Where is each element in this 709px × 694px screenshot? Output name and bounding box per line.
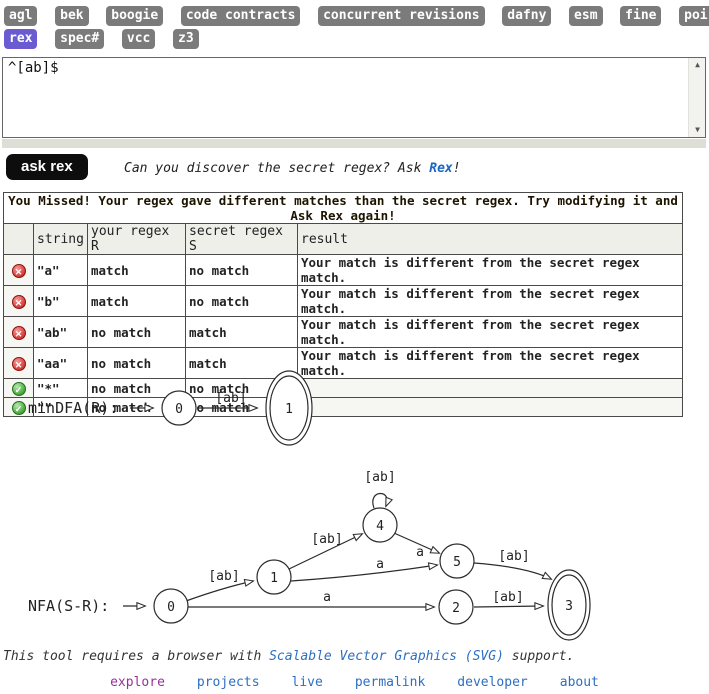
column-header-status <box>4 224 34 255</box>
nfa-edge-1-5-label: a <box>376 557 384 572</box>
ask-rex-button[interactable]: ask rex <box>6 154 88 180</box>
vertical-scrollbar[interactable]: ▲ ▼ <box>688 58 705 137</box>
column-header-your-regex: your regex R <box>88 224 186 255</box>
regex-input[interactable]: ^[ab]$ <box>2 57 706 138</box>
nfa-edge-4-5-label: a <box>416 545 424 560</box>
nfa-edge-0-2-label: a <box>323 590 331 605</box>
notice-suffix: support. <box>504 649 574 664</box>
horizontal-scrollbar[interactable] <box>2 139 706 148</box>
table-row: ✕ "ab" no match match Your match is diff… <box>4 317 683 348</box>
cell-result: Your match is different from the secret … <box>298 286 683 317</box>
cell-your-regex: match <box>88 255 186 286</box>
tab-code-contracts[interactable]: code contracts <box>181 6 301 26</box>
regex-editor-container: ^[ab]$ ▲ ▼ <box>2 57 706 148</box>
nfa-edge-2-3 <box>474 606 543 607</box>
mindfa-label: minDFA(R): <box>28 399 118 417</box>
tab-boogie[interactable]: boogie <box>106 6 163 26</box>
tab-spec-sharp[interactable]: spec# <box>55 29 104 49</box>
tool-tabs-row2: rex spec# vcc z3 <box>4 27 207 49</box>
rex-link[interactable]: Rex <box>429 161 452 176</box>
footer-link-developer[interactable]: developer <box>457 675 527 690</box>
nfa-edge-2-3-label: [ab] <box>492 590 523 605</box>
nfa-edge-0-1 <box>186 581 253 601</box>
cell-secret-regex: match <box>186 317 298 348</box>
cell-string: "ab" <box>34 317 88 348</box>
nfa-state-0-label: 0 <box>167 600 175 615</box>
column-header-secret-regex: secret regex S <box>186 224 298 255</box>
column-header-string: string <box>34 224 88 255</box>
cell-string: "a" <box>34 255 88 286</box>
cell-result: Your match is different from the secret … <box>298 317 683 348</box>
footer-link-explore[interactable]: explore <box>110 675 165 690</box>
prompt-suffix: ! <box>453 161 461 176</box>
scroll-up-icon[interactable]: ▲ <box>689 60 706 70</box>
error-icon: ✕ <box>12 295 26 309</box>
you-missed-banner: You Missed! Your regex gave different ma… <box>4 193 683 224</box>
tab-vcc[interactable]: vcc <box>122 29 155 49</box>
error-icon: ✕ <box>12 326 26 340</box>
footer-link-projects[interactable]: projects <box>197 675 260 690</box>
nfa-state-2-label: 2 <box>452 601 460 616</box>
tab-rex-active[interactable]: rex <box>4 29 37 49</box>
tab-concurrent-revisions[interactable]: concurrent revisions <box>318 6 485 26</box>
mindfa-edge-0-1-label: [ab] <box>215 391 246 406</box>
nfa-state-3-label: 3 <box>565 599 573 614</box>
nfa-label: NFA(S-R): <box>28 597 109 615</box>
tab-fine[interactable]: fine <box>620 6 661 26</box>
nfa-diagram: NFA(S-R): [ab] [ab] [ab] a a [ab] a [ab]… <box>0 455 709 647</box>
cell-secret-regex: no match <box>186 286 298 317</box>
svg-support-notice: This tool requires a browser with Scalab… <box>3 649 574 664</box>
cell-result: Your match is different from the secret … <box>298 255 683 286</box>
table-row: ✕ "b" match no match Your match is diffe… <box>4 286 683 317</box>
tab-esm[interactable]: esm <box>569 6 602 26</box>
footer-link-permalink[interactable]: permalink <box>355 675 425 690</box>
nfa-state-1-label: 1 <box>270 571 278 586</box>
svg-link[interactable]: Scalable Vector Graphics (SVG) <box>269 649 504 664</box>
secret-regex-prompt: Can you discover the secret regex? Ask R… <box>124 161 461 176</box>
nfa-edge-5-3-label: [ab] <box>498 549 529 564</box>
tab-agl[interactable]: agl <box>4 6 37 26</box>
tab-bek[interactable]: bek <box>55 6 88 26</box>
tab-dafny[interactable]: dafny <box>502 6 551 26</box>
nfa-edge-1-4-label: [ab] <box>311 532 342 547</box>
mindfa-diagram: minDFA(R): 0 [ab] 1 <box>0 360 709 455</box>
mindfa-state-1-label: 1 <box>285 402 293 417</box>
scroll-down-icon[interactable]: ▼ <box>689 125 706 135</box>
nfa-edge-4-4-label: [ab] <box>364 470 395 485</box>
tab-z3[interactable]: z3 <box>173 29 199 49</box>
banner-line-2: Ask Rex again! <box>7 208 679 223</box>
tool-tabs-row1: agl bek boogie code contracts concurrent… <box>4 4 709 26</box>
cell-secret-regex: no match <box>186 255 298 286</box>
prompt-prefix: Can you discover the secret regex? Ask <box>124 161 429 176</box>
footer-links: explore projects live permalink develope… <box>0 675 709 690</box>
rex-tool-page: agl bek boogie code contracts concurrent… <box>0 0 709 694</box>
nfa-state-4-label: 4 <box>376 519 384 534</box>
nfa-edge-5-3 <box>474 563 551 579</box>
cell-string: "b" <box>34 286 88 317</box>
footer-link-about[interactable]: about <box>560 675 599 690</box>
cell-your-regex: match <box>88 286 186 317</box>
nfa-state-5-label: 5 <box>453 555 461 570</box>
nfa-edge-0-1-label: [ab] <box>208 569 239 584</box>
tab-poirot[interactable]: poirot <box>679 6 709 26</box>
banner-line-1: You Missed! Your regex gave different ma… <box>7 193 679 208</box>
table-header-row: string your regex R secret regex S resul… <box>4 224 683 255</box>
mindfa-state-0-label: 0 <box>175 402 183 417</box>
footer-link-live[interactable]: live <box>292 675 323 690</box>
error-icon: ✕ <box>12 264 26 278</box>
table-row: ✕ "a" match no match Your match is diffe… <box>4 255 683 286</box>
nfa-edge-4-4-selfloop <box>373 493 387 508</box>
nfa-edge-1-5 <box>291 565 437 581</box>
notice-prefix: This tool requires a browser with <box>3 649 269 664</box>
cell-your-regex: no match <box>88 317 186 348</box>
column-header-result: result <box>298 224 683 255</box>
